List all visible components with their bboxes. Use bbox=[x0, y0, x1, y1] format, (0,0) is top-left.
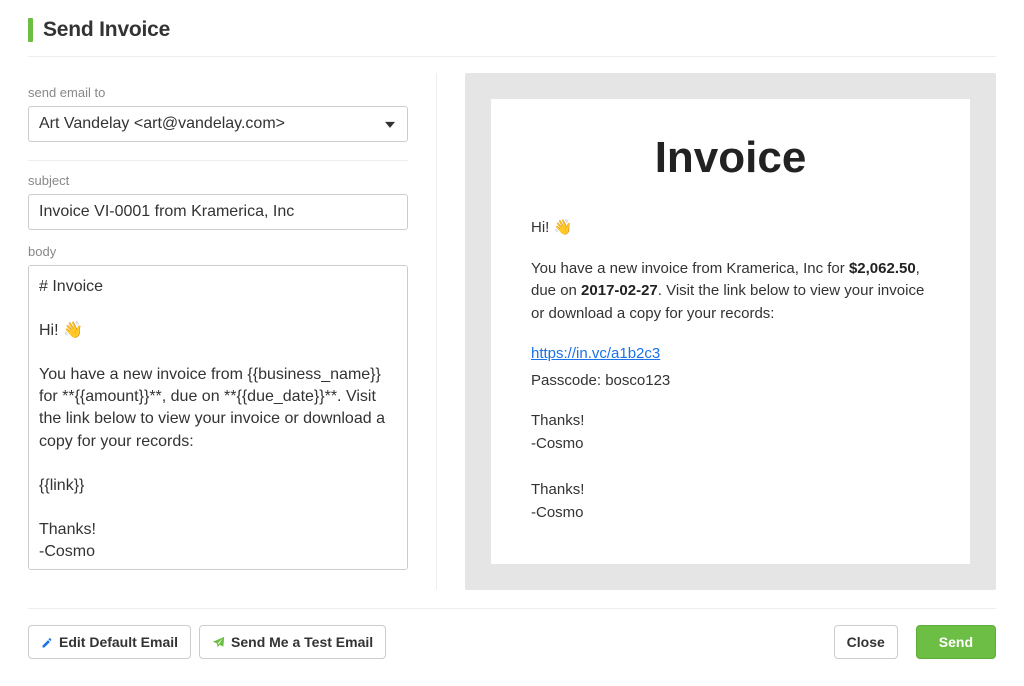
recipient-select-value: Art Vandelay <art@vandelay.com> bbox=[39, 115, 285, 133]
subject-label: subject bbox=[28, 173, 408, 188]
button-label: Edit Default Email bbox=[59, 634, 178, 650]
body-textarea[interactable] bbox=[28, 265, 408, 570]
recipient-select[interactable]: Art Vandelay <art@vandelay.com> bbox=[28, 106, 408, 142]
send-test-email-button[interactable]: Send Me a Test Email bbox=[199, 625, 386, 659]
preview-card: Invoice Hi! 👋 You have a new invoice fro… bbox=[465, 73, 996, 590]
button-label: Send bbox=[939, 634, 973, 650]
preview-inner: Invoice Hi! 👋 You have a new invoice fro… bbox=[491, 99, 970, 564]
compose-form: send email to Art Vandelay <art@vandelay… bbox=[28, 73, 408, 590]
preview-text-segment: You have a new invoice from Kramerica, I… bbox=[531, 260, 849, 277]
pencil-icon bbox=[41, 636, 53, 648]
preview-greeting: Hi! 👋 bbox=[531, 217, 930, 240]
dialog-title: Send Invoice bbox=[43, 18, 170, 42]
dialog-header: Send Invoice bbox=[28, 18, 996, 42]
preview-signoff-line: Thanks! bbox=[531, 412, 584, 429]
edit-default-email-button[interactable]: Edit Default Email bbox=[28, 625, 191, 659]
header-divider bbox=[28, 56, 996, 57]
paper-plane-icon bbox=[212, 636, 225, 649]
preview-main-paragraph: You have a new invoice from Kramerica, I… bbox=[531, 258, 930, 326]
button-label: Close bbox=[847, 634, 885, 650]
subject-input[interactable] bbox=[28, 194, 408, 230]
send-button[interactable]: Send bbox=[916, 625, 996, 659]
send-invoice-dialog: Send Invoice send email to Art Vandelay … bbox=[0, 0, 1024, 679]
preview-passcode: Passcode: bosco123 bbox=[531, 370, 930, 393]
field-divider bbox=[28, 160, 408, 161]
preview-signoff-line: -Cosmo bbox=[531, 504, 584, 521]
button-label: Send Me a Test Email bbox=[231, 634, 373, 650]
title-accent-bar bbox=[28, 18, 33, 42]
preview-amount: $2,062.50 bbox=[849, 260, 916, 277]
to-label: send email to bbox=[28, 85, 408, 100]
preview-heading: Invoice bbox=[531, 133, 930, 183]
preview-invoice-link[interactable]: https://in.vc/a1b2c3 bbox=[531, 345, 660, 362]
vertical-divider bbox=[436, 73, 437, 590]
preview-signoff-line: Thanks! bbox=[531, 481, 584, 498]
preview-signoff-line: -Cosmo bbox=[531, 435, 584, 452]
body-label: body bbox=[28, 244, 408, 259]
preview-body: Hi! 👋 You have a new invoice from Kramer… bbox=[531, 217, 930, 524]
email-preview-panel: Invoice Hi! 👋 You have a new invoice fro… bbox=[465, 73, 996, 590]
close-button[interactable]: Close bbox=[834, 625, 898, 659]
preview-due-date: 2017-02-27 bbox=[581, 282, 658, 299]
dialog-footer: Edit Default Email Send Me a Test Email … bbox=[28, 608, 996, 659]
